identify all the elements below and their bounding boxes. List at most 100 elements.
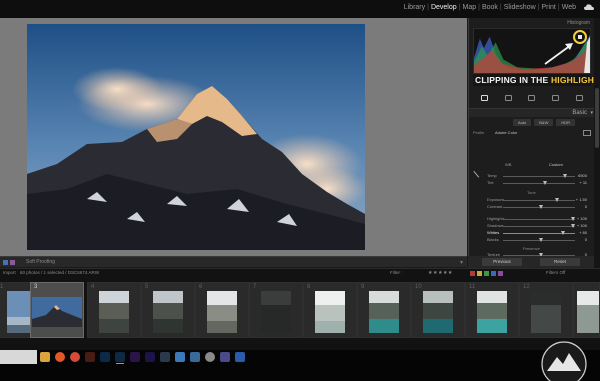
slider-track[interactable] xyxy=(503,217,575,221)
premiere-icon[interactable] xyxy=(130,352,140,362)
filmstrip-thumb[interactable]: 9 xyxy=(357,282,411,338)
module-slideshow[interactable]: Slideshow xyxy=(502,4,538,11)
basic-section-header[interactable]: Basic ▾ xyxy=(469,108,595,117)
slider-contrast[interactable]: Contrast 0 xyxy=(473,204,591,211)
module-web[interactable]: Web xyxy=(560,4,578,11)
slider-knob[interactable] xyxy=(539,238,543,242)
filmstrip-header: Import 60 photos / 1 selected / DSC6674.… xyxy=(0,268,600,277)
slider-value[interactable]: + 100 xyxy=(577,223,587,228)
filmstrip-thumb[interactable]: 6 xyxy=(195,282,249,338)
file-explorer-icon[interactable] xyxy=(40,352,50,362)
slider-value[interactable]: + 100 xyxy=(577,216,587,221)
slider-value[interactable]: + 11 xyxy=(579,180,587,185)
color-label-purple[interactable] xyxy=(498,271,503,276)
view-mode-icon[interactable] xyxy=(3,260,8,265)
crop-icon[interactable] xyxy=(504,95,512,101)
photoshop-icon[interactable] xyxy=(100,352,110,362)
profile-browser-icon[interactable] xyxy=(583,130,591,136)
slider-track[interactable] xyxy=(503,224,575,228)
app-icon[interactable] xyxy=(160,352,170,362)
filmstrip-thumb[interactable]: 8 xyxy=(303,282,357,338)
scrollbar-thumb[interactable] xyxy=(595,88,599,148)
toolbar-expand-icon[interactable]: ▾ xyxy=(460,259,463,266)
slider-knob[interactable] xyxy=(539,205,543,209)
module-print[interactable]: Print xyxy=(539,4,557,11)
slider-highlights[interactable]: Highlights + 100 xyxy=(473,216,591,223)
filmstrip-thumb[interactable]: 5 xyxy=(141,282,195,338)
auto-button[interactable]: Auto xyxy=(513,119,532,126)
profile-select[interactable]: Adobe Color xyxy=(495,130,517,135)
slider-tint[interactable]: Tint + 11 xyxy=(473,180,591,187)
profile-row: Profile Adobe Color xyxy=(473,130,591,138)
slider-track[interactable] xyxy=(503,174,575,178)
slider-exposure[interactable]: Exposure + 1.50 xyxy=(473,197,591,204)
firefox-icon[interactable] xyxy=(55,352,65,362)
slider-track[interactable] xyxy=(503,231,575,235)
previous-button[interactable]: Previous xyxy=(482,258,522,266)
slider-shadows[interactable]: Shadows + 100 xyxy=(473,223,591,230)
module-library[interactable]: Library xyxy=(402,4,427,11)
module-map[interactable]: Map xyxy=(460,4,478,11)
edit-sliders-icon[interactable] xyxy=(481,95,489,101)
softproof-label[interactable]: Soft Proofing xyxy=(26,259,55,265)
after-effects-icon[interactable] xyxy=(145,352,155,362)
app-icon[interactable] xyxy=(190,352,200,362)
module-book[interactable]: Book xyxy=(480,4,500,11)
compare-view-icon[interactable] xyxy=(10,260,15,265)
canvas-toolbar: Soft Proofing ▾ xyxy=(0,256,467,267)
panel-scrollbar[interactable] xyxy=(594,18,600,268)
slider-value[interactable]: 0 xyxy=(585,237,587,242)
filmstrip-thumb[interactable] xyxy=(573,282,600,338)
app-icon[interactable] xyxy=(220,352,230,362)
slider-track[interactable] xyxy=(503,181,575,185)
slider-knob[interactable] xyxy=(561,231,565,235)
mask-icon[interactable] xyxy=(575,95,583,101)
app-icon[interactable] xyxy=(205,352,215,362)
red-eye-icon[interactable] xyxy=(552,95,560,101)
wb-select[interactable]: Custom xyxy=(549,162,563,167)
lightroom-icon[interactable] xyxy=(115,352,125,364)
slider-value[interactable]: 6500 xyxy=(578,173,587,178)
slider-value[interactable]: 0 xyxy=(585,204,587,209)
filmstrip-thumb[interactable]: 4 xyxy=(87,282,141,338)
rating-filter[interactable]: ★★★★★ xyxy=(428,270,453,276)
module-develop[interactable]: Develop xyxy=(429,4,459,11)
filmstrip-thumb[interactable]: 10 xyxy=(411,282,465,338)
slider-track[interactable] xyxy=(503,238,575,242)
reset-button[interactable]: Reset xyxy=(540,258,580,266)
color-label-red[interactable] xyxy=(470,271,475,276)
taskbar-search[interactable] xyxy=(0,350,37,364)
illustrator-icon[interactable] xyxy=(85,352,95,362)
slider-knob[interactable] xyxy=(571,217,575,221)
bw-button[interactable]: B&W xyxy=(534,119,554,126)
slider-knob[interactable] xyxy=(571,224,575,228)
mountain-photo[interactable] xyxy=(27,24,365,250)
slider-value[interactable]: + 1.50 xyxy=(576,197,587,202)
color-label-blue[interactable] xyxy=(491,271,496,276)
filmstrip-info[interactable]: 60 photos / 1 selected / DSC6674.ARW xyxy=(20,270,99,275)
slider-blacks[interactable]: Blacks 0 xyxy=(473,237,591,244)
cloud-icon[interactable] xyxy=(584,4,594,11)
heal-icon[interactable] xyxy=(528,95,536,101)
hdr-button[interactable]: HDR xyxy=(556,119,576,126)
slider-track[interactable] xyxy=(503,205,575,209)
import-button[interactable]: Import xyxy=(3,270,16,275)
filmstrip-thumb[interactable]: 11 xyxy=(465,282,519,338)
slider-value[interactable]: + 80 xyxy=(579,230,587,235)
filmstrip-thumb[interactable]: 7 xyxy=(249,282,303,338)
filmstrip-thumb-selected[interactable]: 3 xyxy=(30,282,84,338)
slider-temp[interactable]: Temp 6500 xyxy=(473,173,591,180)
slider-knob[interactable] xyxy=(555,198,559,202)
filters-off-select[interactable]: Filters Off xyxy=(546,270,565,275)
chrome-icon[interactable] xyxy=(70,352,80,362)
slider-knob[interactable] xyxy=(563,174,567,178)
slider-knob[interactable] xyxy=(543,181,547,185)
color-label-yellow[interactable] xyxy=(477,271,482,276)
filmstrip-thumb[interactable]: 12 xyxy=(519,282,573,338)
slider-track[interactable] xyxy=(503,198,575,202)
slider-whites[interactable]: Whites + 80 xyxy=(473,230,591,237)
image-canvas[interactable] xyxy=(0,18,467,256)
app-icon[interactable] xyxy=(175,352,185,362)
word-icon[interactable] xyxy=(235,352,245,362)
color-label-green[interactable] xyxy=(484,271,489,276)
